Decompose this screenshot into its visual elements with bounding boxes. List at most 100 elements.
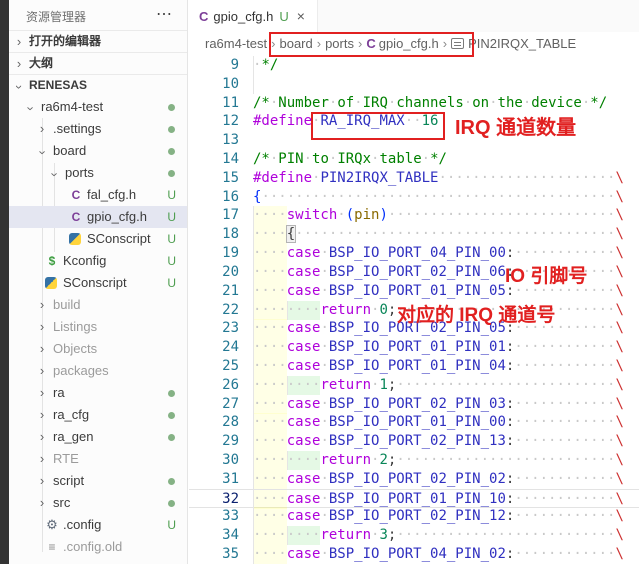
code-line-28[interactable]: 28····case·BSP_IO_PORT_01_PIN_00:·······…	[189, 413, 639, 432]
code-line-26[interactable]: 26········return·1;·····················…	[189, 376, 639, 395]
annotation-box-breadcrumb	[269, 32, 474, 57]
tree-item-fal-cfg-h[interactable]: Cfal_cfg.hU	[9, 184, 187, 206]
tree-item-ra-gen[interactable]: ›ra_gen	[9, 426, 187, 448]
tree-item-label: RTE	[53, 448, 79, 470]
code-line-text: ········return·1;·······················…	[253, 376, 624, 395]
sidebar-section-1[interactable]: ›打开的编辑器	[9, 30, 187, 52]
chevron-icon: ›	[37, 448, 47, 470]
code-line-14[interactable]: 14/*·PIN·to·IRQx·table·*/	[189, 150, 639, 169]
line-number: 35	[189, 545, 239, 564]
line-number: 16	[189, 188, 239, 207]
tree-item-label: .config	[63, 514, 101, 536]
line-number: 15	[189, 169, 239, 188]
tree-item-ports[interactable]: ›ports	[9, 162, 187, 184]
code-line-text: ····case·BSP_IO_PORT_01_PIN_10:·········…	[253, 490, 624, 509]
tree-item-packages[interactable]: ›packages	[9, 360, 187, 382]
breadcrumb-item-ra6m4-test[interactable]: ra6m4-test	[205, 32, 267, 56]
tab-modified-badge: U	[279, 9, 288, 24]
gear-icon: ⚙	[45, 514, 59, 536]
line-number: 34	[189, 526, 239, 545]
line-number: 32	[189, 490, 239, 509]
tree-item-src[interactable]: ›src	[9, 492, 187, 514]
code-line-33[interactable]: 33····case·BSP_IO_PORT_02_PIN_12:·······…	[189, 507, 639, 526]
code-line-18[interactable]: 18····{·································…	[189, 225, 639, 244]
tab-gpio-cfg[interactable]: Cgpio_cfg.hU×	[189, 0, 318, 32]
code-line-29[interactable]: 29····case·BSP_IO_PORT_02_PIN_13:·······…	[189, 432, 639, 451]
annotation-label-io-pin: IO 引脚号	[505, 261, 587, 288]
tree-item-build[interactable]: ›build	[9, 294, 187, 316]
tree-item-label: ra_gen	[53, 426, 93, 448]
more-actions-icon[interactable]: ⋯	[156, 4, 173, 24]
tree-item-label: gpio_cfg.h	[87, 206, 147, 228]
kconfig-file-icon: $	[45, 250, 59, 272]
code-line-25[interactable]: 25····case·BSP_IO_PORT_01_PIN_04:·······…	[189, 357, 639, 376]
modified-dot-indicator	[168, 170, 175, 177]
code-line-text: ····case·BSP_IO_PORT_01_PIN_04:·········…	[253, 357, 624, 376]
code-line-27[interactable]: 27····case·BSP_IO_PORT_02_PIN_03:·······…	[189, 395, 639, 414]
tree-item-sconscript[interactable]: SConscriptU	[9, 272, 187, 294]
code-line-text: ····case·BSP_IO_PORT_02_PIN_12:·········…	[253, 507, 624, 526]
line-number: 13	[189, 131, 239, 150]
tree-item-listings[interactable]: ›Listings	[9, 316, 187, 338]
line-number: 22	[189, 301, 239, 320]
tree-item-label: Objects	[53, 338, 97, 360]
git-untracked-badge: U	[167, 228, 176, 250]
code-line-31[interactable]: 31····case·BSP_IO_PORT_02_PIN_02:·······…	[189, 470, 639, 489]
tree-item-board[interactable]: ›board	[9, 140, 187, 162]
tree-item-script[interactable]: ›script	[9, 470, 187, 492]
modified-dot-indicator	[168, 104, 175, 111]
annotation-label-irq-channel: 对应的 IRQ 通道号	[397, 300, 555, 327]
tab-bar: Cgpio_cfg.hU×	[189, 0, 639, 32]
tree-item--settings[interactable]: › .settings	[9, 118, 187, 140]
code-line-10[interactable]: 10	[189, 75, 639, 94]
tree-item-label: .settings	[53, 118, 101, 140]
modified-dot-indicator	[168, 478, 175, 485]
activity-bar-edge	[0, 0, 9, 564]
chevron-icon: ›	[14, 31, 24, 52]
code-line-16[interactable]: 16{·····································…	[189, 188, 639, 207]
tree-item-label: board	[53, 140, 86, 162]
tree-item--config[interactable]: ⚙.configU	[9, 514, 187, 536]
code-line-11[interactable]: 11/*·Number·of·IRQ·channels·on·the·devic…	[189, 94, 639, 113]
explorer-tree: ›ra6m4-test›.settings›board›portsCfal_cf…	[9, 96, 187, 564]
code-line-9[interactable]: 9·*/	[189, 56, 639, 75]
vscode-window: 资源管理器 ⋯ ›打开的编辑器›大纲›RENESAS ›ra6m4-test›.…	[0, 0, 639, 564]
code-line-15[interactable]: 15 #define·PIN2IRQX_TABLE················…	[189, 169, 639, 188]
code-line-text: #define·PIN2IRQX_TABLE··················…	[253, 169, 624, 188]
breadcrumb-label: ra6m4-test	[205, 36, 267, 51]
tree-item-objects[interactable]: ›Objects	[9, 338, 187, 360]
code-line-35[interactable]: 35 ····case·BSP_IO_PORT_04_PIN_02:·······…	[189, 545, 639, 564]
sidebar-title: 资源管理器	[26, 8, 86, 25]
tree-item-label: ports	[65, 162, 94, 184]
sidebar-section-3[interactable]: ›RENESAS	[9, 74, 187, 96]
indent-guide	[253, 75, 254, 94]
line-number: 23	[189, 319, 239, 338]
explorer-sidebar: 资源管理器 ⋯ ›打开的编辑器›大纲›RENESAS ›ra6m4-test›.…	[9, 0, 188, 564]
tree-item-ra[interactable]: ›ra	[9, 382, 187, 404]
code-line-17[interactable]: 17····switch·(pin)······················…	[189, 206, 639, 225]
code-line-34[interactable]: 34 ········return·3;·····················…	[189, 526, 639, 545]
sidebar-header: 资源管理器 ⋯	[9, 0, 187, 30]
tree-item-label: script	[53, 470, 84, 492]
code-line-text: ········return·3;·······················…	[253, 526, 624, 545]
tree-item-ra-cfg[interactable]: ›ra_cfg	[9, 404, 187, 426]
breadcrumb-label: PIN2IRQX_TABLE	[468, 36, 576, 51]
tree-item-ra6m4-test[interactable]: ›ra6m4-test	[9, 96, 187, 118]
code-line-24[interactable]: 24····case·BSP_IO_PORT_01_PIN_01:·······…	[189, 338, 639, 357]
tab-close-icon[interactable]: ×	[297, 8, 305, 24]
tree-item-label: fal_cfg.h	[87, 184, 136, 206]
code-line-text: ····case·BSP_IO_PORT_02_PIN_03:·········…	[253, 395, 624, 414]
modified-dot-indicator	[168, 434, 175, 441]
code-line-text: ····case·BSP_IO_PORT_04_PIN_02:·········…	[253, 545, 624, 564]
sidebar-section-2[interactable]: ›大纲	[9, 52, 187, 74]
chevron-icon: ›	[37, 118, 47, 140]
code-line-32[interactable]: 32 ····case·BSP_IO_PORT_01_PIN_10:·······…	[189, 489, 639, 508]
tree-item-rte[interactable]: › RTE	[9, 448, 187, 470]
tree-item--config-old[interactable]: ≡.config.old	[9, 536, 187, 558]
tree-item-gpio-cfg-h[interactable]: Cgpio_cfg.hU	[9, 206, 187, 228]
code-line-30[interactable]: 30········return·2;·····················…	[189, 451, 639, 470]
line-number: 14	[189, 150, 239, 169]
tree-item-sconscript[interactable]: SConscriptU	[9, 228, 187, 250]
tree-item-kconfig[interactable]: $KconfigU	[9, 250, 187, 272]
git-untracked-badge: U	[167, 250, 176, 272]
